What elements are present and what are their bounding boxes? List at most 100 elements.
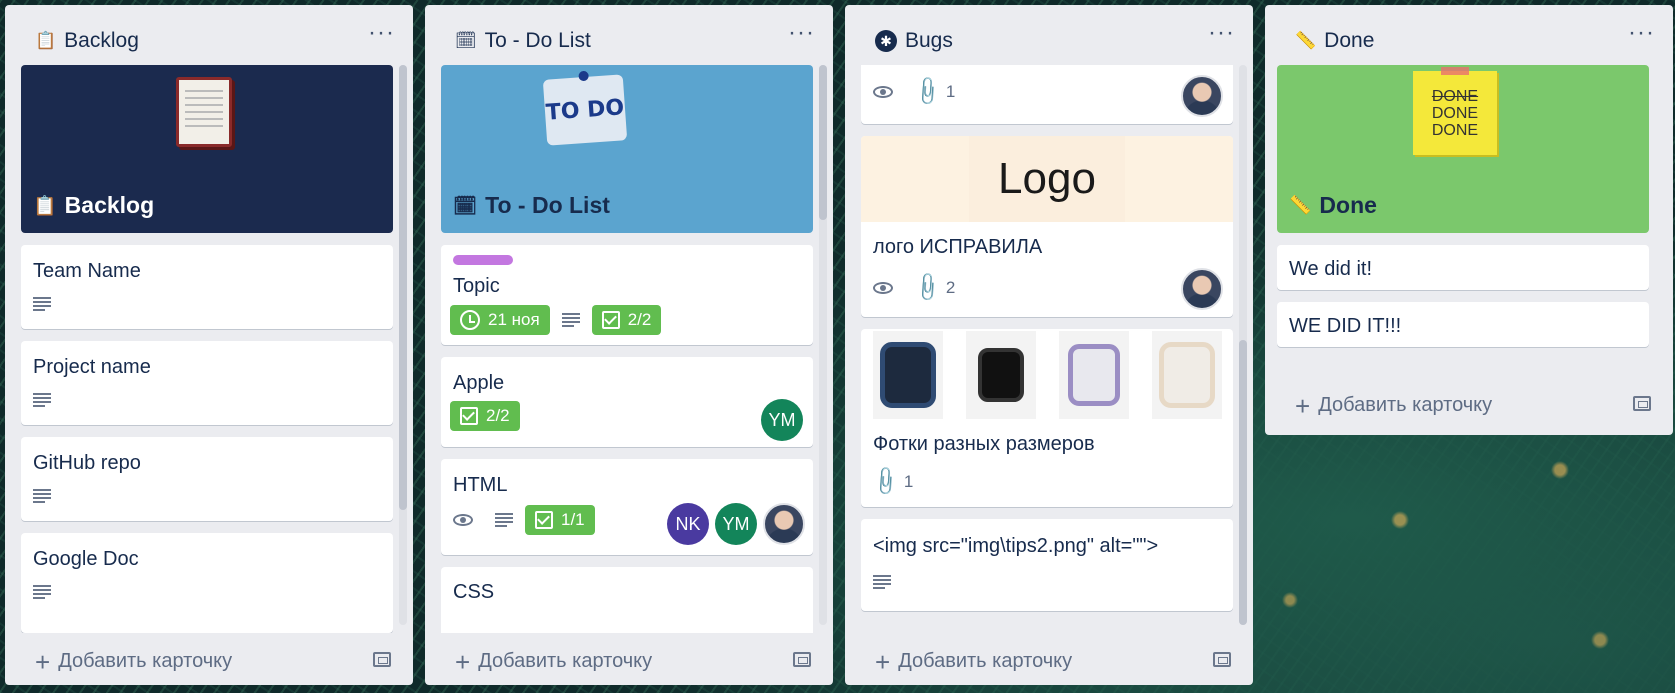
card[interactable]: WE DID IT!!! bbox=[1277, 302, 1649, 347]
list-todo: 🗓 To - Do List ··· TO DO 🗓 To - Do List … bbox=[425, 5, 833, 685]
list-done: 📏 Done ··· DONE DONE DONE 📏 Done We did … bbox=[1265, 5, 1673, 435]
description-icon bbox=[873, 575, 891, 589]
list-menu-button[interactable]: ··· bbox=[788, 19, 815, 47]
menu-dots-icon: ··· bbox=[1208, 19, 1235, 46]
card[interactable]: Apple 2/2 YM bbox=[441, 357, 813, 447]
card-title: WE DID IT!!! bbox=[1289, 315, 1402, 337]
template-icon[interactable] bbox=[373, 652, 391, 667]
paperclip-icon: 📎 bbox=[868, 465, 902, 499]
member-avatar[interactable]: NK bbox=[667, 503, 709, 545]
card-title: Project name bbox=[33, 356, 151, 378]
list-title-text[interactable]: Bugs bbox=[905, 29, 953, 53]
list-title[interactable]: 📏 Done bbox=[1295, 29, 1374, 53]
checklist-icon bbox=[460, 407, 478, 425]
description-icon bbox=[33, 585, 51, 599]
checklist-badge: 2/2 bbox=[450, 401, 520, 431]
card[interactable]: Topic 21 ноя 2/2 bbox=[441, 245, 813, 345]
member-avatar-photo[interactable] bbox=[763, 503, 805, 545]
list-title[interactable]: 📋 Backlog bbox=[35, 29, 139, 53]
watch-image bbox=[965, 331, 1036, 419]
list-header[interactable]: 📋 Backlog ··· bbox=[5, 5, 413, 69]
checklist-count: 2/2 bbox=[627, 310, 652, 329]
card-list: TO DO 🗓 To - Do List Topic 21 ноя 2/2 Ap… bbox=[437, 65, 813, 633]
template-icon[interactable] bbox=[1213, 652, 1231, 667]
checklist-badge: 2/2 bbox=[591, 305, 662, 335]
card[interactable]: HTML 1/1 NK YM bbox=[441, 459, 813, 555]
card[interactable]: Logo лого ИСПРАВИЛА 📎 2 bbox=[861, 136, 1233, 317]
card-title: лого ИСПРАВИЛА bbox=[873, 236, 1043, 258]
add-card-button[interactable]: + Добавить карточку bbox=[35, 646, 232, 677]
card-title: Apple bbox=[453, 372, 505, 394]
member-avatar[interactable]: YM bbox=[715, 503, 757, 545]
list-header[interactable]: 🗓 To - Do List ··· bbox=[425, 5, 833, 69]
list-title-text[interactable]: Done bbox=[1324, 29, 1374, 53]
description-icon bbox=[495, 513, 513, 527]
notepad-illustration bbox=[176, 77, 232, 147]
member-avatar[interactable]: YM bbox=[761, 399, 803, 441]
card-title: We did it! bbox=[1289, 258, 1372, 280]
avatar-initials: NK bbox=[675, 513, 701, 534]
card[interactable]: We did it! bbox=[1277, 245, 1649, 290]
list-title-text[interactable]: To - Do List bbox=[485, 29, 591, 53]
card-title: CSS bbox=[453, 581, 495, 603]
list-title[interactable]: ✱ Bugs bbox=[875, 29, 953, 53]
card-title: <img src="img\tips2.png" alt=""> bbox=[873, 535, 1159, 557]
add-card-button[interactable]: + Добавить карточку bbox=[1295, 393, 1492, 419]
member-avatar-photo[interactable] bbox=[1181, 268, 1223, 310]
template-icon[interactable] bbox=[793, 652, 811, 667]
card-cover[interactable]: TO DO 🗓 To - Do List bbox=[441, 65, 813, 233]
card-title: To - Do List bbox=[485, 192, 610, 218]
menu-dots-icon: ··· bbox=[368, 19, 395, 46]
member-avatar-photo[interactable] bbox=[1181, 75, 1223, 117]
list-header[interactable]: ✱ Bugs ··· bbox=[845, 5, 1253, 69]
clock-icon bbox=[460, 310, 480, 330]
card[interactable]: Project name bbox=[21, 341, 393, 425]
due-date-badge[interactable]: 21 ноя bbox=[450, 305, 550, 335]
card[interactable]: <img src="img\tips2.png" alt=""> bbox=[861, 519, 1233, 611]
attachment-count: 1 bbox=[903, 471, 914, 491]
list-title-text[interactable]: Backlog bbox=[64, 29, 139, 53]
add-card-button[interactable]: + Добавить карточку bbox=[875, 649, 1073, 675]
plus-icon: + bbox=[35, 646, 51, 677]
card[interactable]: GitHub repo bbox=[21, 437, 393, 521]
card-list: DONE DONE DONE 📏 Done We did it! WE DID … bbox=[1277, 65, 1653, 365]
card[interactable]: Фотки разных размеров 📎 1 bbox=[861, 329, 1233, 507]
template-icon[interactable] bbox=[1633, 396, 1651, 411]
list-header[interactable]: 📏 Done ··· bbox=[1265, 5, 1673, 69]
due-date-text: 21 ноя bbox=[488, 310, 540, 329]
list-menu-button[interactable]: ··· bbox=[368, 19, 395, 47]
list-menu-button[interactable]: ··· bbox=[1628, 19, 1655, 47]
avatar-initials: YM bbox=[722, 513, 750, 534]
card[interactable]: 📎 1 bbox=[861, 65, 1233, 124]
card-list: 📋 Backlog Team Name Project name GitHub … bbox=[17, 65, 393, 633]
ruler-icon: 📏 bbox=[1289, 195, 1312, 215]
card-title: HTML bbox=[453, 474, 508, 496]
add-card-label: Добавить карточку bbox=[898, 650, 1073, 672]
avatar-initials: YM bbox=[768, 409, 796, 430]
paperclip-icon: 📎 bbox=[910, 75, 944, 109]
add-card-button[interactable]: + Добавить карточку bbox=[455, 649, 653, 675]
bug-icon: ✱ bbox=[875, 30, 897, 52]
card[interactable]: Google Doc bbox=[21, 533, 393, 633]
attachment-count: 1 bbox=[945, 81, 956, 101]
menu-dots-icon: ··· bbox=[1628, 19, 1655, 46]
card[interactable]: Team Name bbox=[21, 245, 393, 329]
card-cover-title: 🗓 To - Do List bbox=[453, 192, 610, 219]
scrollbar[interactable] bbox=[399, 65, 407, 625]
scrollbar[interactable] bbox=[1239, 65, 1247, 625]
note-line: DONE bbox=[1431, 121, 1479, 139]
add-card-label: Добавить карточку bbox=[478, 650, 653, 672]
scrollbar[interactable] bbox=[819, 65, 827, 625]
watch-image bbox=[1151, 331, 1222, 419]
card-title: Backlog bbox=[64, 192, 155, 218]
card-label-purple[interactable] bbox=[453, 255, 513, 265]
card-cover[interactable]: 📋 Backlog bbox=[21, 65, 393, 233]
card-cover[interactable]: DONE DONE DONE 📏 Done bbox=[1277, 65, 1649, 233]
card[interactable]: CSS bbox=[441, 567, 813, 633]
list-title[interactable]: 🗓 To - Do List bbox=[455, 29, 591, 53]
list-menu-button[interactable]: ··· bbox=[1208, 19, 1235, 47]
clipboard-icon: 📋 bbox=[35, 31, 57, 50]
card-title: Google Doc bbox=[33, 548, 139, 570]
card-cover-title: 📋 Backlog bbox=[33, 192, 154, 219]
clipboard-icon: 📋 bbox=[33, 195, 57, 217]
